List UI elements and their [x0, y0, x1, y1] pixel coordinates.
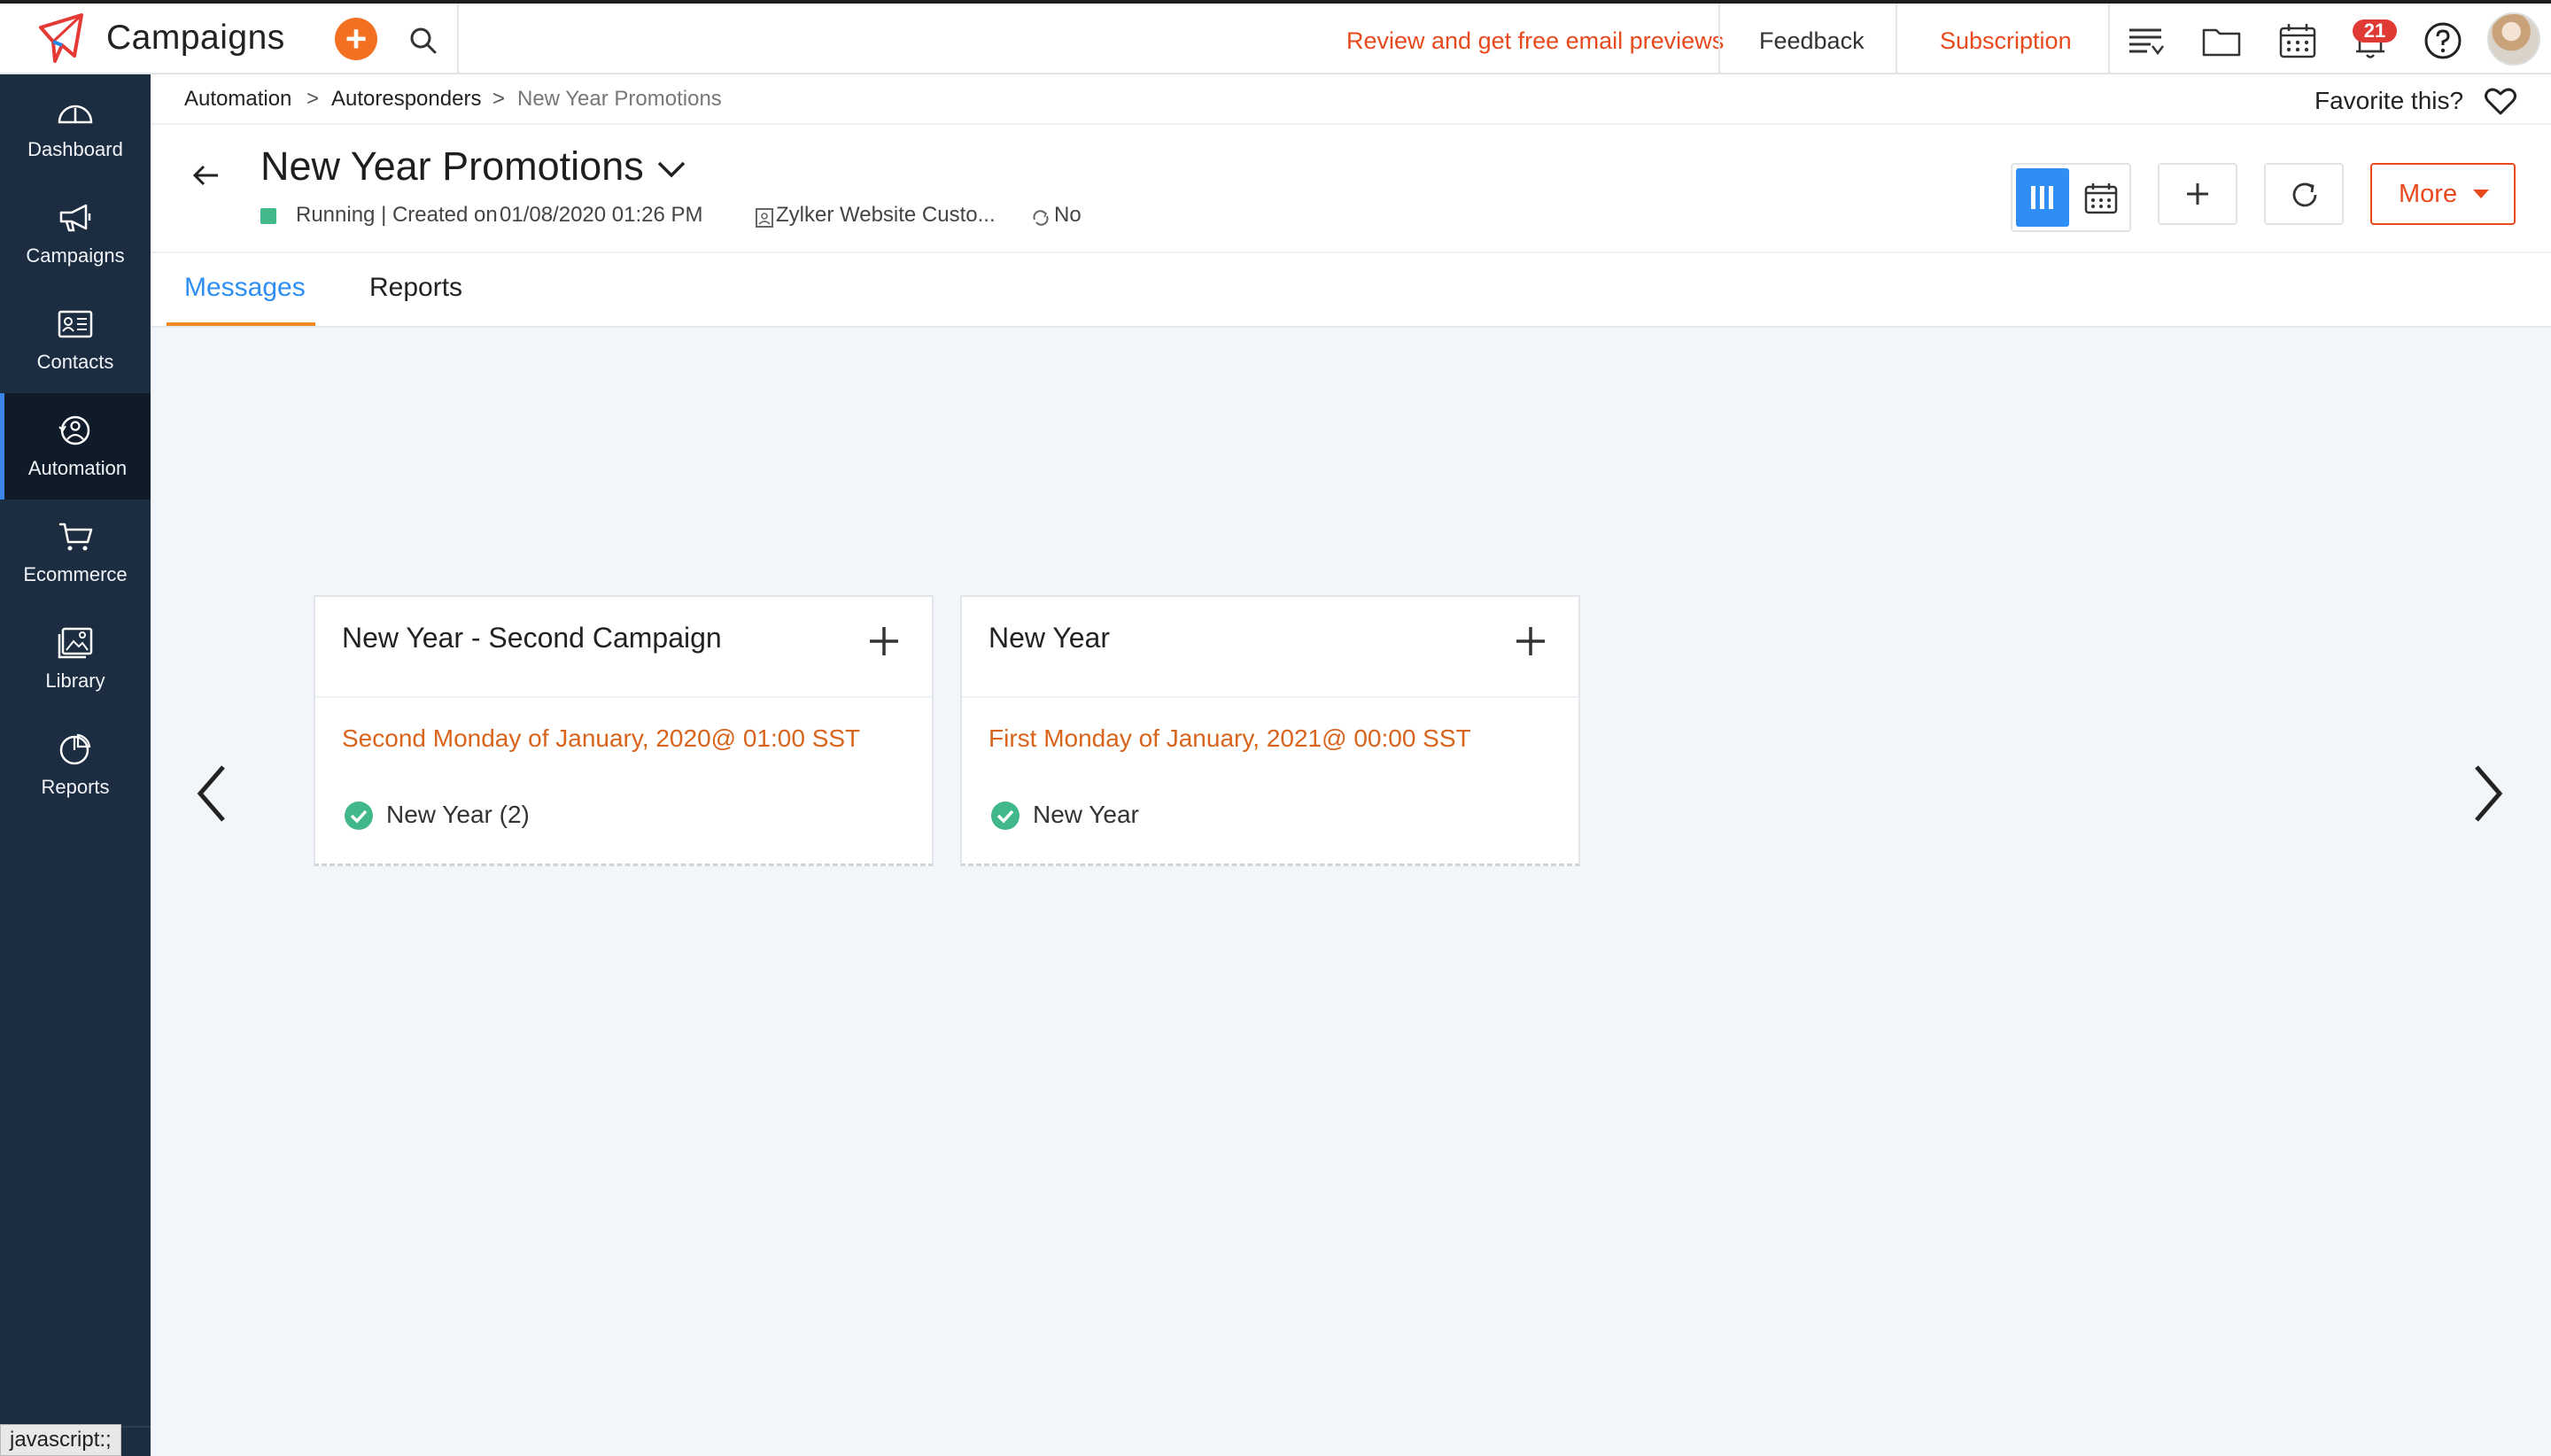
list-filter-icon[interactable]: [2124, 19, 2167, 62]
page-header: Automation > Autoresponders > New Year P…: [151, 74, 2551, 328]
breadcrumb-current: New Year Promotions: [517, 87, 722, 111]
sidebar-item-campaigns[interactable]: Campaigns: [0, 181, 151, 287]
contact-card-icon: [58, 310, 93, 338]
card-title: New Year - Second Campaign: [342, 622, 722, 654]
check-circle-icon: [991, 802, 1020, 830]
email-previews-link[interactable]: Review and get free email previews: [1346, 4, 1724, 74]
automation-icon: [58, 415, 90, 445]
plus-icon: [2187, 183, 2208, 205]
sidebar-item-label: Contacts: [36, 351, 114, 373]
more-button-label: More: [2399, 180, 2458, 208]
divider: [457, 4, 459, 74]
feedback-link[interactable]: Feedback: [1759, 4, 1865, 74]
back-arrow-icon[interactable]: [190, 159, 223, 192]
brand[interactable]: Campaigns: [0, 3, 328, 74]
calendar-icon[interactable]: [2276, 19, 2319, 62]
divider: [1718, 4, 1720, 74]
pie-chart-icon: [59, 733, 91, 765]
previous-arrow-icon[interactable]: [190, 758, 234, 829]
megaphone-icon: [59, 204, 91, 232]
divider: [1896, 4, 1897, 74]
status-text: Running | Created on: [296, 203, 498, 227]
more-button[interactable]: More: [2370, 163, 2516, 225]
card-header: New Year - Second Campaign: [315, 597, 932, 698]
view-toggle: [2011, 163, 2131, 232]
sidebar-item-label: Dashboard: [27, 138, 123, 160]
add-message-icon[interactable]: [1513, 623, 1548, 659]
user-avatar[interactable]: [2487, 12, 2540, 66]
search-icon[interactable]: [406, 23, 441, 58]
refresh-icon: [2292, 182, 2317, 207]
calendar-view-icon[interactable]: [2083, 181, 2119, 216]
list-icon: [756, 208, 773, 228]
sidebar-item-label: Automation: [27, 457, 128, 479]
sidebar-item-contacts[interactable]: Contacts: [0, 287, 151, 393]
message-name: New Year (2): [386, 801, 530, 828]
message-card: New Year First Monday of January, 2021@ …: [960, 595, 1580, 866]
tab-reports[interactable]: Reports: [369, 273, 462, 303]
breadcrumb-separator: >: [492, 87, 506, 111]
recurring-value: No: [1054, 203, 1082, 227]
breadcrumb-automation[interactable]: Automation: [184, 87, 291, 112]
tab-messages[interactable]: Messages: [184, 273, 306, 303]
add-message-icon[interactable]: [866, 623, 902, 659]
sidebar: Dashboard Campaigns Contacts Automation: [0, 74, 151, 1456]
next-arrow-icon[interactable]: [2466, 758, 2510, 829]
check-circle-icon: [345, 802, 373, 830]
breadcrumb-separator: >: [306, 87, 320, 111]
refresh-button[interactable]: [2264, 163, 2344, 225]
card-title: New Year: [989, 622, 1110, 654]
message-card: New Year - Second Campaign Second Monday…: [314, 595, 934, 866]
notification-badge: 21: [2353, 19, 2397, 43]
card-header: New Year: [962, 597, 1578, 698]
quick-add-button[interactable]: +: [335, 18, 377, 60]
breadcrumb-autoresponders[interactable]: Autoresponders: [331, 87, 481, 112]
page-title: New Year Promotions: [260, 143, 644, 189]
app-name: Campaigns: [106, 19, 285, 57]
sidebar-item-ecommerce[interactable]: Ecommerce: [0, 500, 151, 606]
favorite-label: Favorite this?: [2315, 87, 2464, 114]
add-message-button[interactable]: [2158, 163, 2237, 225]
schedule-link[interactable]: Second Monday of January, 2020@ 01:00 SS…: [342, 724, 860, 753]
message-name: New Year: [1033, 801, 1139, 828]
sidebar-item-reports[interactable]: Reports: [0, 712, 151, 818]
created-date: 01/08/2020 01:26 PM: [500, 203, 703, 227]
heart-icon[interactable]: [2484, 85, 2517, 117]
divider: [151, 326, 2551, 328]
chevron-down-icon[interactable]: [654, 154, 689, 184]
sidebar-item-label: Library: [45, 670, 105, 692]
columns-icon: [2031, 186, 2053, 209]
breadcrumb: Automation > Autoresponders > New Year P…: [151, 74, 2551, 125]
help-icon[interactable]: [2422, 19, 2464, 62]
sidebar-item-dashboard[interactable]: Dashboard: [0, 74, 151, 181]
campaigns-logo-icon: [39, 13, 83, 63]
sidebar-item-automation[interactable]: Automation: [0, 393, 151, 500]
sidebar-item-label: Campaigns: [26, 244, 125, 267]
folder-icon[interactable]: [2200, 19, 2243, 62]
dashboard-icon: [58, 105, 93, 124]
column-view-button[interactable]: [2016, 168, 2069, 227]
schedule-link[interactable]: First Monday of January, 2021@ 00:00 SST: [989, 724, 1471, 753]
subscription-link[interactable]: Subscription: [1940, 4, 2072, 74]
divider: [2108, 4, 2110, 74]
status-bar-url: javascript:;: [0, 1424, 121, 1456]
divider: [151, 252, 2551, 253]
repeat-icon: [1033, 210, 1049, 226]
image-library-icon: [58, 627, 93, 659]
status-indicator: [260, 208, 276, 224]
cart-icon: [59, 523, 93, 551]
mailing-list-name: Zylker Website Custo...: [776, 203, 996, 227]
top-bar: Campaigns + Review and get free email pr…: [0, 0, 2551, 74]
sidebar-item-library[interactable]: Library: [0, 606, 151, 712]
sidebar-item-label: Ecommerce: [23, 563, 128, 585]
caret-down-icon: [2473, 190, 2489, 198]
sidebar-item-label: Reports: [41, 776, 110, 798]
